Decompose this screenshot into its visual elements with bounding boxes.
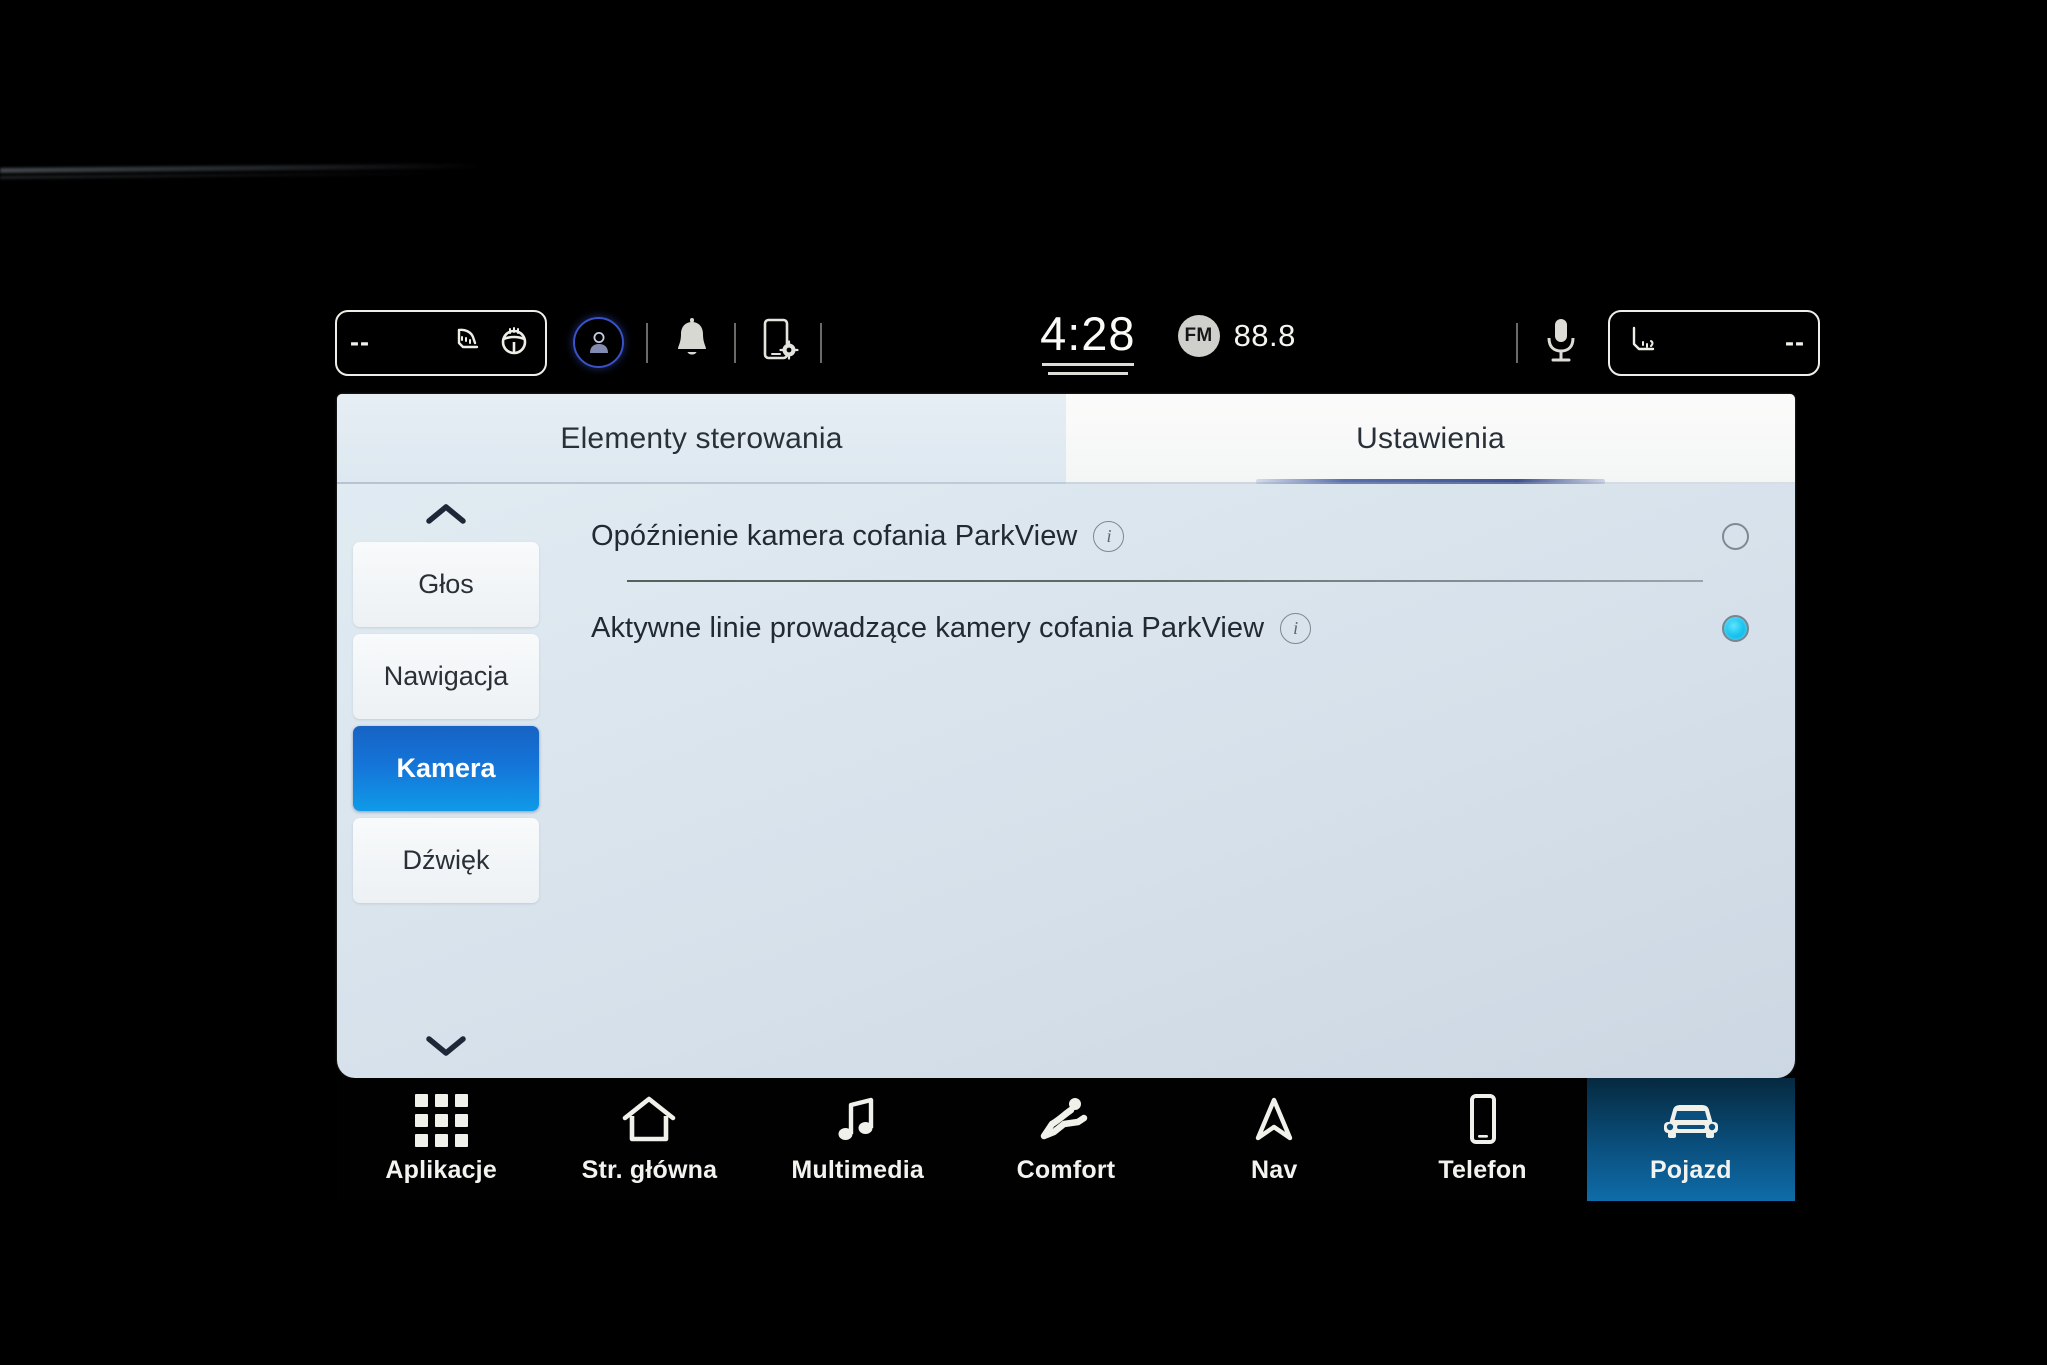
nav-item-str-glowna-label: Str. główna — [581, 1156, 718, 1184]
status-divider-4 — [1515, 322, 1518, 363]
clock-block: 4:28 — [1040, 310, 1135, 375]
tab-elementy-sterowania-label: Elementy sterowania — [560, 422, 843, 455]
nav-item-aplikacje[interactable]: Aplikacje — [337, 1078, 545, 1201]
info-icon[interactable]: i — [1093, 520, 1125, 552]
seat-heating-icon[interactable] — [449, 321, 487, 364]
nav-item-aplikacje-label: Aplikacje — [385, 1156, 497, 1184]
sidebar-item-list: Głos Nawigacja Kamera Dźwięk — [353, 542, 539, 903]
setting-label-parkview-delay: Opóźnienie kamera cofania ParkView — [591, 519, 1078, 552]
left-climate-seat-box[interactable]: -- — [335, 309, 547, 376]
right-climate-seat-box[interactable]: -- — [1607, 309, 1820, 376]
setting-label-parkview-active-lines: Aktywne linie prowadzące kamery cofania … — [591, 611, 1265, 644]
sidebar-scroll-down-button[interactable] — [337, 1022, 555, 1074]
nav-item-comfort-label: Comfort — [1016, 1156, 1116, 1184]
setting-radio-parkview-active-lines[interactable] — [1722, 614, 1749, 642]
chevron-up-icon — [423, 500, 469, 533]
setting-row-parkview-delay[interactable]: Opóźnienie kamera cofania ParkView i — [591, 490, 1749, 582]
music-note-icon — [833, 1094, 883, 1146]
sidebar-item-glos-label: Głos — [418, 569, 474, 599]
clock-underline-upper — [1041, 362, 1134, 366]
bottom-nav-bar: Aplikacje Str. główna Multimedia Comfort… — [337, 1078, 1795, 1201]
nav-item-nav[interactable]: Nav — [1170, 1078, 1378, 1201]
sidebar-item-dzwiek[interactable]: Dźwięk — [353, 818, 539, 903]
radio-frequency: 88.8 — [1233, 317, 1296, 353]
clock-radio-group: 4:28 FM 88.8 — [1040, 310, 1296, 375]
status-divider-2 — [734, 322, 736, 363]
sidebar-item-nawigacja[interactable]: Nawigacja — [353, 634, 539, 719]
info-icon[interactable]: i — [1280, 612, 1312, 644]
nav-item-pojazd[interactable]: Pojazd — [1586, 1078, 1795, 1201]
phone-settings-icon[interactable] — [756, 315, 800, 370]
status-divider-1 — [646, 322, 648, 363]
settings-panel: Elementy sterowania Ustawienia Głos Nawi… — [337, 394, 1795, 1078]
nav-item-multimedia-label: Multimedia — [791, 1156, 924, 1184]
radio-status[interactable]: FM 88.8 — [1177, 314, 1296, 357]
sidebar-item-glos[interactable]: Głos — [353, 542, 539, 627]
navigation-arrow-icon — [1250, 1094, 1298, 1146]
bell-icon[interactable] — [670, 317, 714, 368]
right-seat-temp-value: -- — [1785, 327, 1805, 357]
tab-bar: Elementy sterowania Ustawienia — [337, 394, 1795, 484]
left-seat-temp-value: -- — [350, 327, 370, 357]
seat-heating-icon-right[interactable] — [1623, 320, 1661, 365]
infotainment-screen: -- 4:28 FM 88.8 -- Elementy sterowania U… — [0, 0, 2047, 1365]
microphone-icon[interactable] — [1540, 314, 1582, 371]
nav-item-telefon[interactable]: Telefon — [1378, 1078, 1586, 1201]
sidebar-item-dzwiek-label: Dźwięk — [402, 845, 490, 875]
chevron-down-icon — [423, 1032, 469, 1065]
setting-row-parkview-active-lines[interactable]: Aktywne linie prowadzące kamery cofania … — [591, 582, 1749, 674]
phone-icon — [1463, 1094, 1503, 1146]
clock-underline-lower — [1047, 371, 1128, 375]
category-sidebar: Głos Nawigacja Kamera Dźwięk — [337, 484, 555, 1078]
nav-item-nav-label: Nav — [1251, 1156, 1298, 1184]
sidebar-item-kamera-label: Kamera — [396, 753, 496, 783]
driver-profile-icon[interactable] — [573, 317, 624, 368]
nav-item-str-glowna[interactable]: Str. główna — [545, 1078, 753, 1201]
car-front-icon — [1655, 1094, 1727, 1146]
home-icon — [620, 1094, 678, 1146]
reclining-seat-icon — [1038, 1094, 1094, 1146]
screen-glare-secondary — [0, 171, 430, 179]
nav-item-comfort[interactable]: Comfort — [962, 1078, 1170, 1201]
setting-radio-parkview-delay[interactable] — [1722, 522, 1749, 550]
fm-band-badge: FM — [1177, 314, 1220, 357]
status-divider-3 — [820, 322, 822, 363]
apps-grid-icon — [414, 1093, 468, 1147]
clock-time: 4:28 — [1040, 307, 1136, 361]
settings-list: Opóźnienie kamera cofania ParkView i Akt… — [555, 484, 1795, 1078]
tab-ustawienia-label: Ustawienia — [1356, 422, 1505, 455]
sidebar-item-kamera[interactable]: Kamera — [353, 726, 539, 811]
sidebar-scroll-up-button[interactable] — [337, 490, 555, 542]
tab-elementy-sterowania[interactable]: Elementy sterowania — [337, 394, 1066, 484]
steering-wheel-heating-icon[interactable] — [496, 322, 532, 363]
tab-ustawienia[interactable]: Ustawienia — [1066, 394, 1795, 484]
panel-body: Głos Nawigacja Kamera Dźwięk Opóźnienie … — [337, 484, 1795, 1078]
sidebar-item-nawigacja-label: Nawigacja — [383, 661, 509, 691]
status-bar: -- 4:28 FM 88.8 -- — [335, 290, 1820, 395]
nav-item-telefon-label: Telefon — [1438, 1156, 1527, 1184]
nav-item-pojazd-label: Pojazd — [1649, 1156, 1732, 1184]
nav-item-multimedia[interactable]: Multimedia — [754, 1078, 962, 1201]
